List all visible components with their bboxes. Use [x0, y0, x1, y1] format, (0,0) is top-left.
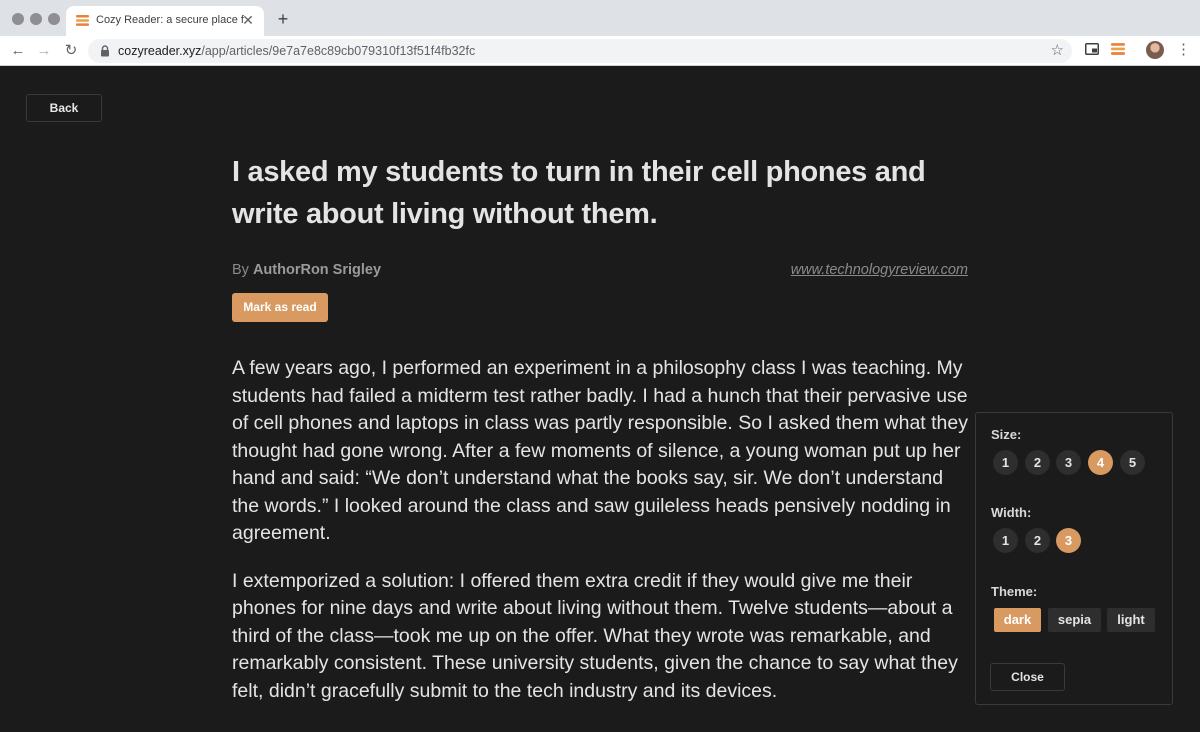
browser-menu-icon[interactable]: ⋮	[1176, 40, 1191, 60]
size-option-3[interactable]: 3	[1056, 450, 1081, 475]
width-option-2[interactable]: 2	[1025, 528, 1050, 553]
cozy-reader-extension-icon[interactable]	[1111, 43, 1125, 55]
size-option-1[interactable]: 1	[993, 450, 1018, 475]
back-button[interactable]: Back	[26, 94, 102, 122]
close-settings-button[interactable]: Close	[990, 663, 1065, 691]
browser-tab-bar: Cozy Reader: a secure place for your rea…	[0, 0, 1200, 36]
article-paragraph: A few years ago, I performed an experime…	[232, 357, 968, 544]
cozy-reader-favicon-icon	[76, 15, 89, 26]
bookmark-star-icon[interactable]: ☆	[1051, 41, 1064, 61]
size-label: Size:	[991, 427, 1022, 442]
article-author: AuthorRon Srigley	[252, 262, 382, 278]
reload-icon[interactable]: ↻	[60, 40, 82, 62]
size-option-2[interactable]: 2	[1025, 450, 1050, 475]
article-source-link[interactable]: www.technologyreview.com	[791, 262, 968, 278]
reader-page: Back I asked my students to turn in thei…	[0, 67, 1200, 732]
article-paragraph: I extemporized a solution: I offered the…	[232, 569, 958, 702]
article-byline: By AuthorRon Srigley	[232, 262, 381, 278]
theme-option-sepia[interactable]: sepia	[1048, 608, 1101, 632]
width-option-3[interactable]: 3	[1056, 528, 1081, 553]
browser-tab[interactable]: Cozy Reader: a secure place for your rea…	[66, 6, 264, 36]
width-label: Width:	[991, 505, 1032, 520]
theme-label: Theme:	[991, 584, 1038, 599]
tab-close-icon[interactable]: ✕	[240, 12, 256, 28]
theme-option-dark[interactable]: dark	[994, 608, 1041, 632]
window-close-dot[interactable]	[12, 13, 24, 25]
new-tab-icon[interactable]: +	[274, 10, 292, 28]
lock-icon	[101, 45, 109, 57]
url-host: cozyreader.xyz	[118, 44, 202, 58]
url-path: /app/articles/9e7a7e8c89cb079310f13f51f4…	[201, 44, 476, 58]
byline-prefix: By	[232, 262, 249, 278]
browser-toolbar: ← → ↻ cozyreader.xyz/app/articles/9e7a7e…	[0, 36, 1200, 66]
size-option-4[interactable]: 4	[1088, 450, 1113, 475]
theme-option-light[interactable]: light	[1107, 608, 1155, 632]
url-text: cozyreader.xyz/app/articles/9e7a7e8c89cb…	[118, 43, 475, 59]
back-arrow-icon[interactable]: ←	[7, 40, 29, 62]
tab-title: Cozy Reader: a secure place for your rea…	[96, 14, 244, 26]
article-title: I asked my students to turn in their cel…	[232, 156, 926, 230]
picture-in-picture-icon[interactable]	[1085, 43, 1099, 55]
size-option-5[interactable]: 5	[1120, 450, 1145, 475]
reader-settings-panel: Size: 1 2 3 4 5 Width: 1 2 3 Theme: dark…	[975, 412, 1173, 705]
forward-arrow-icon[interactable]: →	[33, 40, 55, 62]
profile-avatar[interactable]	[1146, 41, 1164, 59]
window-minimize-dot[interactable]	[30, 13, 42, 25]
mark-as-read-button[interactable]: Mark as read	[232, 293, 328, 322]
width-option-1[interactable]: 1	[993, 528, 1018, 553]
window-zoom-dot[interactable]	[48, 13, 60, 25]
address-bar[interactable]: cozyreader.xyz/app/articles/9e7a7e8c89cb…	[88, 39, 1072, 63]
article-body: A few years ago, I performed an experime…	[232, 355, 972, 725]
